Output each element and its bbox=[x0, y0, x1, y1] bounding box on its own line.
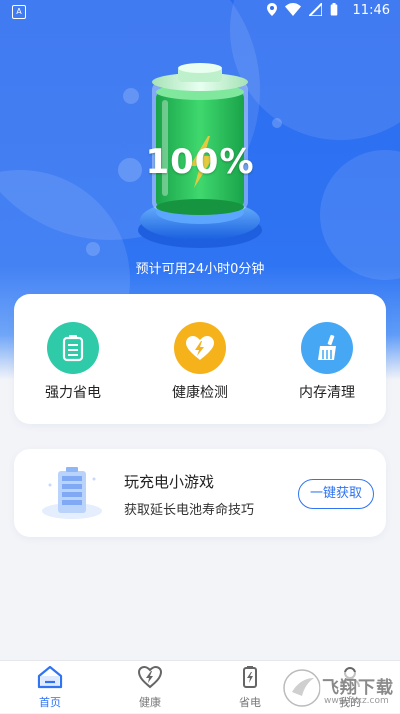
battery-save-icon bbox=[47, 322, 99, 374]
battery-icon bbox=[243, 666, 257, 688]
tab-label: 首页 bbox=[39, 696, 61, 709]
feature-card: 强力省电 健康检测 内存清理 bbox=[14, 294, 386, 424]
feature-label: 强力省电 bbox=[45, 385, 101, 401]
game-subtitle: 获取延长电池寿命技巧 bbox=[124, 503, 255, 518]
status-icons bbox=[267, 3, 338, 16]
watermark-text: 飞翔下载 bbox=[322, 678, 394, 698]
estimated-time: 预计可用24小时0分钟 bbox=[135, 262, 265, 277]
wifi-icon bbox=[285, 3, 301, 16]
signal-icon bbox=[309, 3, 322, 16]
get-now-button[interactable]: 一键获取 bbox=[298, 479, 374, 509]
battery-graphic: 100% bbox=[138, 62, 262, 252]
battery-percent: 100% bbox=[145, 142, 255, 182]
location-icon bbox=[267, 3, 277, 16]
home-icon bbox=[37, 665, 63, 689]
game-title: 玩充电小游戏 bbox=[124, 473, 215, 491]
app-notification-icon: A bbox=[12, 5, 26, 19]
tab-label: 健康 bbox=[139, 696, 161, 709]
status-time: 11:46 bbox=[352, 3, 390, 18]
tab-power-save[interactable]: 省电 bbox=[220, 665, 280, 710]
feature-memory-clean[interactable]: 内存清理 bbox=[272, 322, 382, 402]
watermark-site: www.fxxz.com bbox=[324, 696, 389, 706]
game-card[interactable]: 玩充电小游戏 获取延长电池寿命技巧 一键获取 bbox=[14, 449, 386, 537]
tab-health[interactable]: 健康 bbox=[120, 665, 180, 710]
status-bar: A 11:46 bbox=[0, 0, 400, 24]
tab-home[interactable]: 首页 bbox=[20, 665, 80, 710]
feature-label: 健康检测 bbox=[172, 385, 228, 401]
broom-icon bbox=[301, 322, 353, 374]
site-watermark: 飞翔下载 www.fxxz.com bbox=[282, 666, 394, 710]
heart-bolt-icon bbox=[174, 322, 226, 374]
feature-power-save[interactable]: 强力省电 bbox=[18, 322, 128, 402]
game-battery-illustration bbox=[40, 465, 104, 521]
heart-icon bbox=[137, 665, 163, 689]
feature-health-check[interactable]: 健康检测 bbox=[145, 322, 255, 402]
status-battery-icon bbox=[330, 3, 338, 16]
tab-label: 省电 bbox=[239, 696, 261, 709]
feature-label: 内存清理 bbox=[299, 385, 355, 401]
